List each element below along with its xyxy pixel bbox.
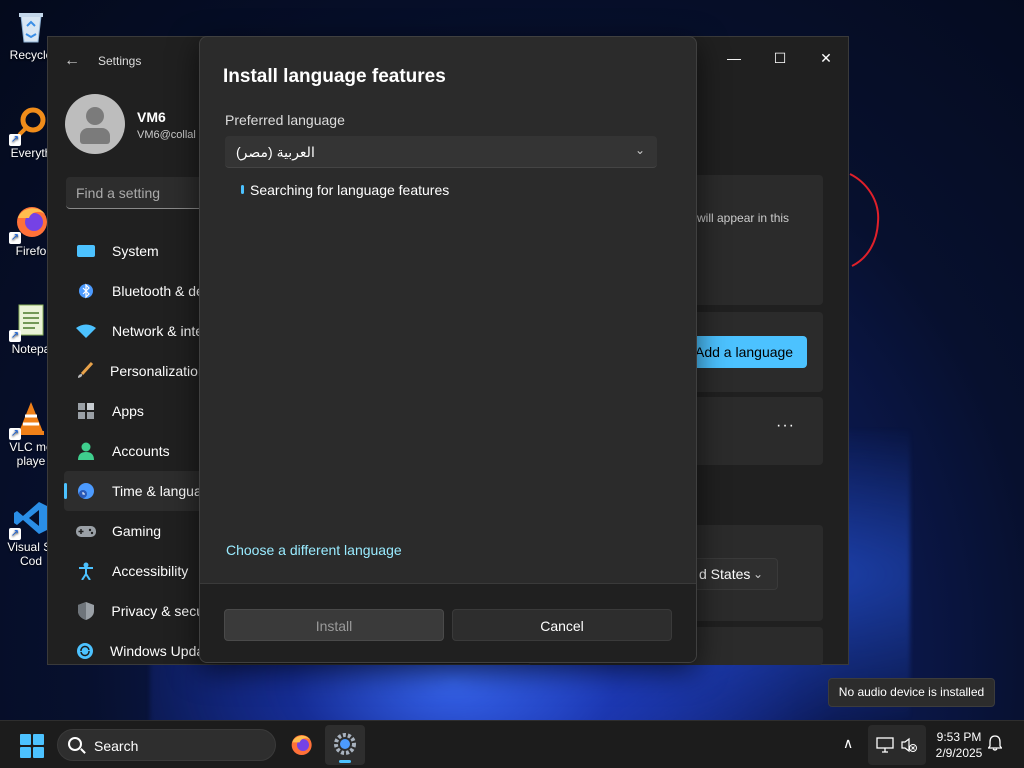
clock-date: 2/9/2025 [935,746,983,760]
dialog-title: Install language features [223,66,446,87]
preferred-language-label: Preferred language [225,112,345,128]
shortcut-arrow-icon: ↗ [9,330,21,342]
sidebar-item-system[interactable]: System [64,231,204,271]
firefox-icon [291,735,312,755]
taskbar-app-settings[interactable] [325,725,365,765]
bluetooth-icon [76,281,96,301]
dialog-footer: Install Cancel [200,583,696,662]
install-button[interactable]: Install [224,609,444,641]
network-icon [876,737,894,753]
more-options-button[interactable]: ··· [776,417,795,435]
active-indicator [339,760,351,763]
sidebar-item-label: Privacy & secu [111,603,204,619]
sidebar-item-label: Network & inte [112,323,204,339]
sidebar-item-bluetooth[interactable]: Bluetooth & de [64,271,204,311]
start-button[interactable] [20,734,44,758]
back-arrow-icon[interactable]: ← [62,51,82,71]
sidebar-item-label: Windows Upda [110,643,204,659]
time-language-icon [76,481,96,501]
chevron-down-icon: ⌄ [634,143,645,157]
sidebar-item-label: Gaming [112,523,162,539]
sidebar-item-personalization[interactable]: Personalization [64,351,204,391]
tray-overflow-chevron-icon[interactable]: ∧ [843,735,853,752]
brush-icon [76,361,94,381]
sidebar-item-label: System [112,243,159,259]
vscode-icon: ↗ [9,500,49,540]
cancel-button[interactable]: Cancel [452,609,672,641]
sidebar-item-label: Time & langua [112,483,202,499]
choose-different-language-link[interactable]: Choose a different language [226,542,402,558]
taskbar: Search ∧ 9:53 PM 2/9/2025 [0,720,1024,768]
app-title: Settings [98,54,142,68]
chevron-down-icon: ⌄ [752,567,763,581]
user-name: VM6 [137,109,166,125]
everything-search-icon: ↗ [9,106,49,146]
speaker-muted-icon [901,737,917,753]
apps-icon [76,401,96,421]
system-icon [76,241,96,261]
sidebar-item-windows-update[interactable]: Windows Upda [64,631,204,671]
minimize-button[interactable]: — [711,43,757,73]
shortcut-arrow-icon: ↗ [9,528,21,540]
windows-update-icon [76,641,94,661]
status-text: Searching for language features [250,182,450,198]
sidebar-item-accounts[interactable]: Accounts [64,431,204,471]
recycle-bin-icon [13,8,49,44]
gaming-icon [76,521,96,541]
accessibility-icon [76,561,96,581]
sidebar-item-apps[interactable]: Apps [64,391,204,431]
close-button[interactable]: ✕ [803,43,849,73]
preferred-language-dropdown[interactable]: العربية (مصر) ⌄ [225,136,657,168]
sidebar-item-label: Accessibility [112,563,189,579]
add-language-button[interactable]: Add a language [693,336,807,368]
sidebar-item-label: Bluetooth & de [112,283,204,299]
firefox-icon: ↗ [9,204,49,244]
shortcut-arrow-icon: ↗ [9,428,21,440]
wifi-icon [76,321,96,341]
avatar[interactable] [65,94,125,154]
user-email: VM6@collal [137,129,196,141]
sidebar-item-gaming[interactable]: Gaming [64,511,204,551]
notepad-icon: ↗ [9,302,49,342]
audio-tooltip: No audio device is installed [828,678,995,707]
shield-icon [76,601,95,621]
sidebar-item-label: Apps [112,403,144,419]
sidebar-item-privacy[interactable]: Privacy & secu [64,591,204,631]
sidebar-item-label: Accounts [112,443,170,459]
vlc-icon: ↗ [9,400,49,440]
install-language-dialog: Install language features Preferred lang… [199,36,697,663]
sidebar-item-accessibility[interactable]: Accessibility [64,551,204,591]
maximize-button[interactable]: ☐ [757,43,803,73]
clock-time: 9:53 PM [936,730,982,744]
sidebar-item-network[interactable]: Network & inte [64,311,204,351]
preferred-language-value: العربية (مصر) [236,144,315,160]
taskbar-search-label: Search [94,738,139,754]
sidebar-nav: System Bluetooth & de Network & inte Per… [64,231,204,671]
hint-text: will appear in this [697,211,790,225]
sidebar-item-label: Personalization [110,363,204,379]
region-value: d States [699,566,751,582]
tray-icons[interactable] [868,725,926,765]
taskbar-app-firefox[interactable] [281,725,321,765]
shortcut-arrow-icon: ↗ [9,134,21,146]
clock[interactable]: 9:53 PM 2/9/2025 [924,729,994,761]
notification-bell-icon[interactable] [987,735,1003,754]
search-icon [68,737,82,751]
sidebar-item-time-language[interactable]: Time & langua [64,471,204,511]
taskbar-search[interactable]: Search [57,729,276,761]
accounts-icon [76,441,96,461]
shortcut-arrow-icon: ↗ [9,232,21,244]
settings-icon [334,733,356,755]
red-annotation-scribble [849,173,880,267]
progress-spinner-icon [241,185,244,194]
